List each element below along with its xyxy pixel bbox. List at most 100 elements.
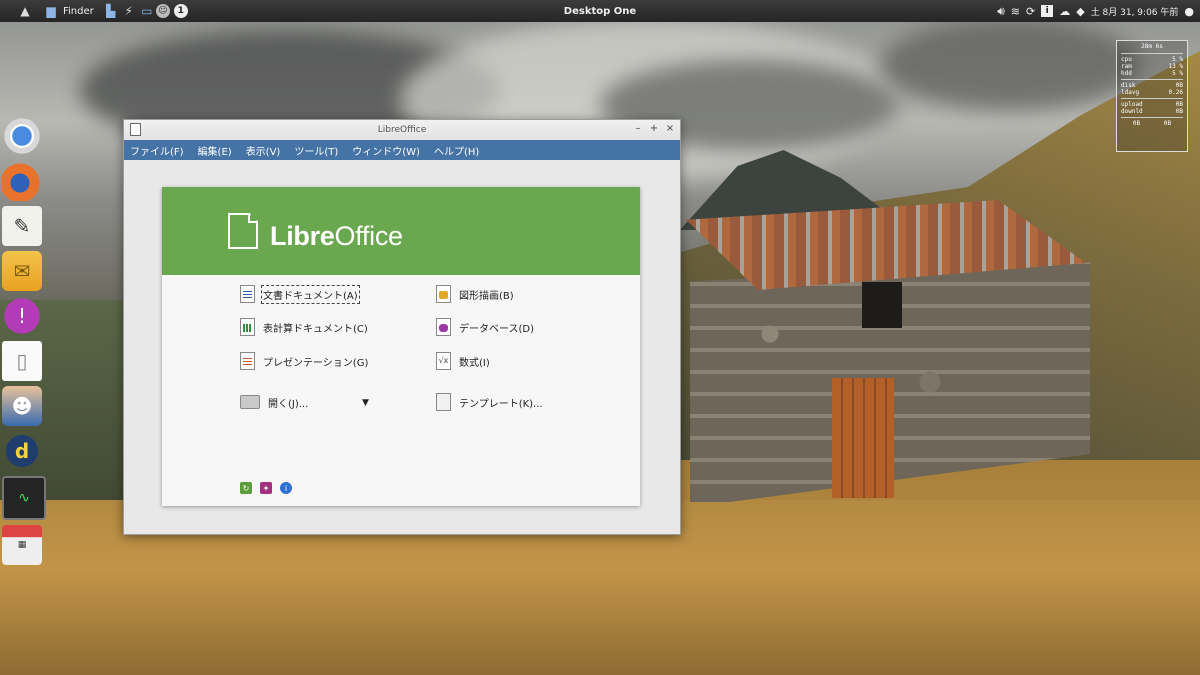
stat-label: ldavg — [1121, 89, 1140, 96]
stat-row: cpu 5 % — [1121, 56, 1183, 63]
stat-label: upload — [1121, 101, 1143, 108]
stat-value: 0B — [1175, 101, 1183, 108]
stat-label: disk — [1121, 82, 1136, 89]
stat-value: 0B — [1175, 108, 1183, 115]
calc-button[interactable]: 表計算ドキュメント(C) — [240, 318, 368, 336]
finder-button[interactable]: ▆ Finder — [42, 0, 102, 22]
calendar-icon[interactable]: ▦ — [2, 525, 42, 565]
stat-row: hdd 5 % — [1121, 70, 1183, 77]
contacts-icon[interactable]: ☻ — [2, 386, 42, 426]
workspace-number: 1 — [173, 4, 188, 18]
chrome-icon[interactable] — [2, 116, 42, 156]
libreoffice-doc-icon[interactable]: ▯ — [2, 341, 42, 381]
user-icon: ☺ — [155, 4, 170, 18]
menu-file[interactable]: ファイル(F) — [130, 143, 184, 158]
workspace-switcher[interactable]: 1 — [173, 0, 188, 22]
start-center: LibreOffice 文書ドキュメント(A) 図形描画(B) 表計算ドキュメン… — [162, 187, 640, 506]
base-button[interactable]: データベース(D) — [436, 318, 534, 336]
update-icon[interactable]: ⟳ — [1026, 5, 1035, 18]
open-label: 開く(J)... — [268, 398, 309, 410]
start-center-footer: ↻ ✦ i — [240, 482, 292, 494]
menu-window[interactable]: ウィンドウ(W) — [352, 143, 420, 158]
search-icon[interactable]: ● — [1184, 5, 1194, 18]
menu-help[interactable]: ヘルプ(H) — [434, 143, 479, 158]
info-icon[interactable]: i — [1041, 5, 1054, 17]
minimize-icon[interactable]: – — [632, 123, 644, 134]
open-folder-icon — [240, 395, 260, 409]
close-icon[interactable]: × — [664, 123, 676, 134]
chat-bubble-icon[interactable]: ! — [2, 296, 42, 336]
libreoffice-banner: LibreOffice — [162, 187, 640, 275]
system-monitor-icon[interactable]: ∿ — [2, 476, 46, 520]
arrow-menu-icon[interactable]: ▲ — [16, 2, 34, 20]
stat-row: ram 13 % — [1121, 63, 1183, 70]
stat-label: hdd — [1121, 70, 1132, 77]
window-titlebar[interactable]: LibreOffice – + × — [124, 120, 680, 140]
firefox-icon[interactable] — [2, 161, 42, 201]
power-button[interactable]: ⚡ — [120, 0, 138, 22]
stat-value: 0B — [1175, 82, 1183, 89]
launcher-menu[interactable]: ▲ — [16, 0, 34, 22]
finder-label: Finder — [63, 5, 94, 17]
music-player-icon[interactable]: d — [2, 431, 42, 471]
files-button[interactable]: ▙ — [102, 0, 120, 22]
writer-label: 文書ドキュメント(A) — [261, 284, 360, 304]
user-button[interactable]: ☺ — [155, 0, 170, 22]
mail-icon[interactable]: ✉ — [2, 251, 42, 291]
menu-edit[interactable]: 編集(E) — [198, 143, 232, 158]
stat-row: disk 0B — [1121, 82, 1183, 89]
stat-row: downld 0B — [1121, 108, 1183, 115]
cloud-icon[interactable]: ☁ — [1059, 5, 1070, 18]
app-launchers: 文書ドキュメント(A) 図形描画(B) 表計算ドキュメント(C) データベース(… — [162, 275, 640, 506]
templates-label: テンプレート(K)... — [459, 398, 543, 410]
open-file-button[interactable]: 開く(J)... — [240, 393, 308, 411]
clock[interactable]: 土 8月 31, 9:06 午前 — [1091, 5, 1179, 18]
fish-icon[interactable]: ◆ — [1076, 5, 1084, 18]
wifi-icon[interactable]: ≋ — [1011, 5, 1020, 18]
info-circle-icon[interactable]: i — [280, 482, 292, 494]
menu-tools[interactable]: ツール(T) — [294, 143, 338, 158]
display-button[interactable]: ▭ — [138, 0, 156, 22]
system-tray: 🔊︎ ≋ ⟳ i ☁ ◆ 土 8月 31, 9:06 午前 ● — [997, 0, 1194, 22]
draw-button[interactable]: 図形描画(B) — [436, 285, 514, 303]
stat-row: upload 0B — [1121, 101, 1183, 108]
folder-icon: ▆ — [46, 4, 56, 18]
extensions-icon[interactable]: ↻ — [240, 482, 252, 494]
window-title: LibreOffice — [377, 125, 427, 135]
writer-icon — [240, 285, 255, 303]
impress-button[interactable]: プレゼンテーション(G) — [240, 352, 368, 370]
stat-label: cpu — [1121, 56, 1132, 63]
system-stats-widget: 28m 6s cpu 5 % ram 13 % hdd 5 % disk 0B … — [1116, 40, 1188, 152]
stat-label: downld — [1121, 108, 1143, 115]
calc-label: 表計算ドキュメント(C) — [263, 323, 368, 335]
volume-icon[interactable]: 🔊︎ — [997, 4, 1005, 19]
menu-bar: ファイル(F) 編集(E) 表示(V) ツール(T) ウィンドウ(W) ヘルプ(… — [124, 140, 680, 160]
libreoffice-window: LibreOffice – + × ファイル(F) 編集(E) 表示(V) ツー… — [123, 119, 681, 535]
writer-button[interactable]: 文書ドキュメント(A) — [240, 284, 360, 304]
templates-button[interactable]: テンプレート(K)... — [436, 393, 543, 411]
menu-view[interactable]: 表示(V) — [246, 143, 281, 158]
stat-row: ldavg 0.26 — [1121, 89, 1183, 96]
uptime: 28m 6s — [1141, 43, 1163, 50]
stat-row: 0B 0B — [1121, 120, 1183, 127]
libreoffice-logo-text: LibreOffice — [270, 221, 403, 251]
math-icon: √x — [436, 352, 451, 370]
draw-label: 図形描画(B) — [459, 290, 514, 302]
maximize-icon[interactable]: + — [648, 123, 660, 134]
window-body: LibreOffice 文書ドキュメント(A) 図形描画(B) 表計算ドキュメン… — [124, 160, 680, 534]
stat-label: ram — [1121, 63, 1132, 70]
math-button[interactable]: √x 数式(I) — [436, 352, 490, 370]
calc-icon — [240, 318, 255, 336]
base-icon — [436, 318, 451, 336]
stat-value: 13 % — [1168, 63, 1183, 70]
chevron-down-icon[interactable]: ▼ — [362, 398, 369, 408]
monitor-icon: ▭ — [141, 4, 153, 18]
dock: ✎ ✉ ! ▯ ☻ d ∿ ▦ — [0, 116, 46, 570]
math-label: 数式(I) — [459, 357, 490, 369]
getinvolved-icon[interactable]: ✦ — [260, 482, 272, 494]
documents-icon: ▙ — [106, 4, 116, 18]
stat-total: 0B — [1163, 120, 1172, 127]
lightning-icon: ⚡ — [124, 4, 133, 18]
draw-icon — [436, 285, 451, 303]
text-editor-icon[interactable]: ✎ — [2, 206, 42, 246]
